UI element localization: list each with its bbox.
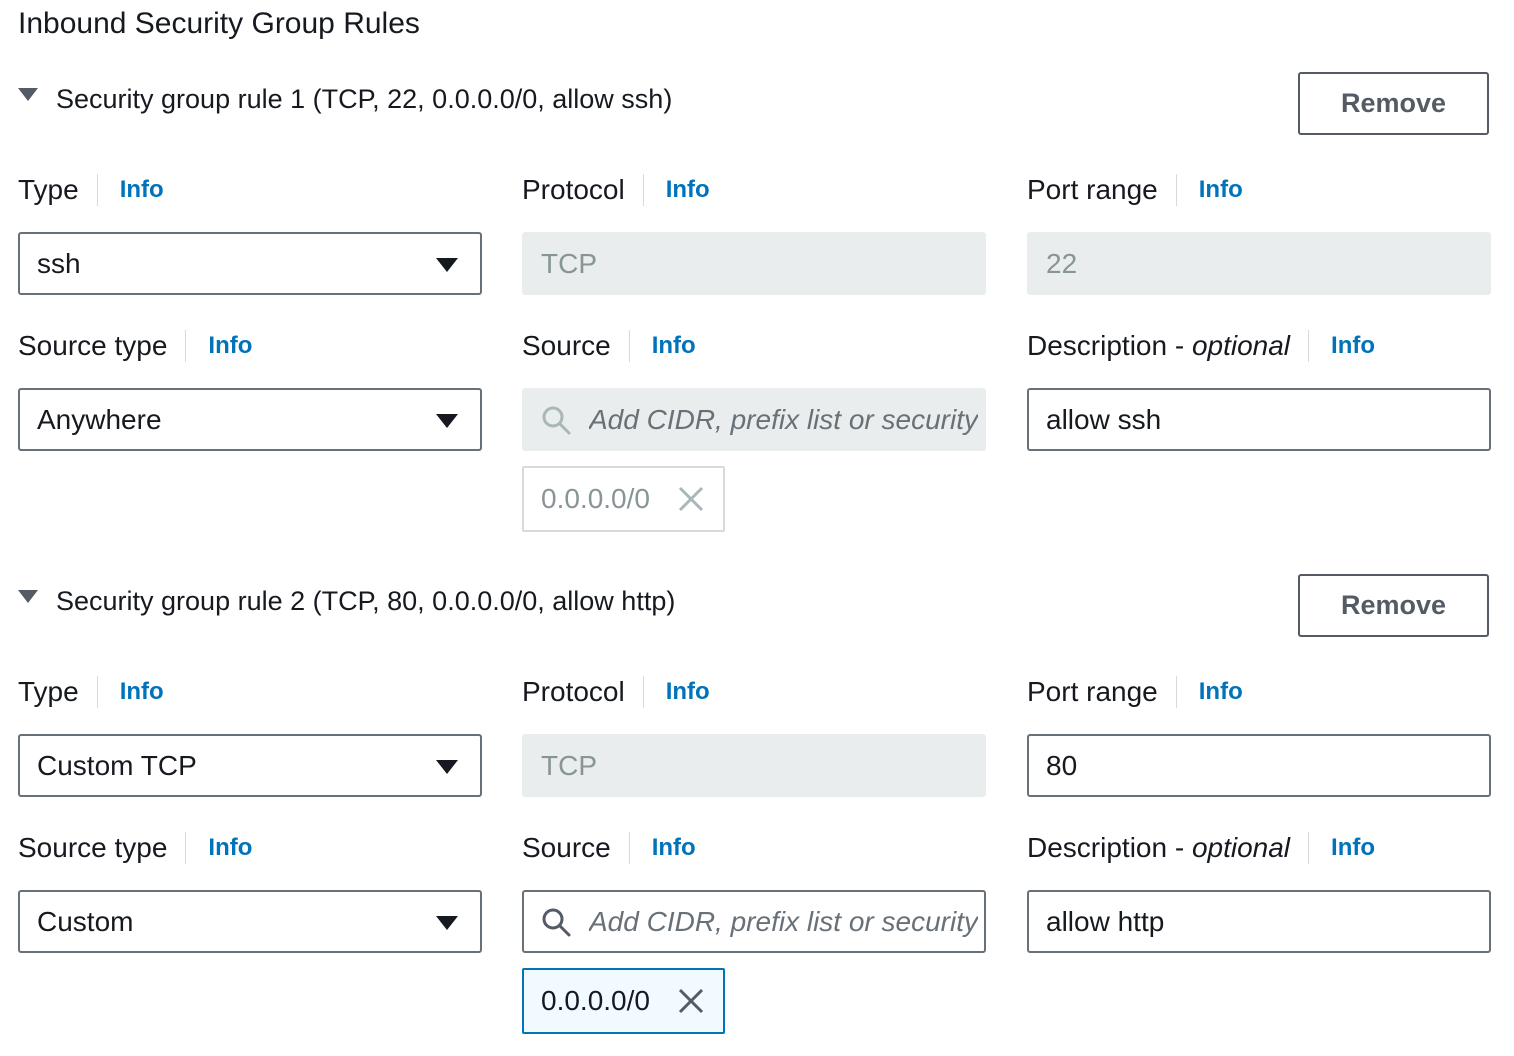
type-label: Type: [18, 174, 79, 205]
description-field: Description - optional Info allow http: [1027, 830, 1497, 953]
port-range-label: Port range: [1027, 676, 1158, 707]
remove-rule-button[interactable]: Remove: [1298, 574, 1489, 637]
optional-label: optional: [1191, 330, 1291, 361]
label-divider: [642, 676, 644, 708]
caret-down-icon: [436, 916, 458, 930]
caret-down-icon[interactable]: [18, 88, 38, 101]
protocol-field: Protocol Info TCP: [522, 674, 992, 797]
search-icon: [542, 908, 571, 936]
page-title: Inbound Security Group Rules: [18, 7, 420, 40]
source-type-value: Anywhere: [37, 403, 162, 435]
optional-label: optional: [1191, 832, 1291, 863]
port-range-input: 22: [1027, 232, 1491, 295]
description-value: allow http: [1046, 905, 1165, 937]
description-label: Description - optional: [1027, 330, 1290, 362]
description-label: Description - optional: [1027, 832, 1290, 864]
close-icon: [678, 486, 704, 512]
source-search-input: Add CIDR, prefix list or security: [522, 388, 986, 451]
port-range-value: 80: [1046, 749, 1078, 781]
caret-down-icon: [436, 760, 458, 774]
port-range-info-link[interactable]: Info: [1199, 176, 1243, 204]
source-token-label: 0.0.0.0/0: [541, 985, 650, 1016]
security-group-rule-1: Security group rule 1 (TCP, 22, 0.0.0.0/…: [0, 72, 1514, 554]
description-input[interactable]: allow http: [1027, 890, 1491, 953]
rule-header: Security group rule 1 (TCP, 22, 0.0.0.0/…: [18, 84, 672, 115]
label-divider: [642, 174, 644, 206]
protocol-value: TCP: [541, 247, 597, 279]
source-label: Source: [522, 330, 611, 361]
type-field: Type Info Custom TCP: [18, 674, 488, 797]
protocol-input: TCP: [522, 232, 986, 295]
description-info-link[interactable]: Info: [1331, 332, 1375, 360]
source-type-value: Custom: [37, 905, 134, 937]
source-type-field: Source type Info Anywhere: [18, 328, 488, 451]
label-divider: [96, 174, 98, 206]
label-divider: [96, 676, 98, 708]
source-type-select[interactable]: Anywhere: [18, 388, 482, 451]
description-field: Description - optional Info allow ssh: [1027, 328, 1497, 451]
close-icon[interactable]: [677, 987, 705, 1015]
port-range-input[interactable]: 80: [1027, 734, 1491, 797]
protocol-info-link[interactable]: Info: [666, 176, 710, 204]
protocol-info-link[interactable]: Info: [666, 678, 710, 706]
label-divider: [185, 330, 187, 362]
source-field: Source Info Add CIDR, prefix list or sec…: [522, 328, 992, 532]
source-type-info-link[interactable]: Info: [208, 332, 252, 360]
label-divider: [1175, 174, 1177, 206]
rule-header: Security group rule 2 (TCP, 80, 0.0.0.0/…: [18, 586, 675, 617]
protocol-field: Protocol Info TCP: [522, 172, 992, 295]
source-token-label: 0.0.0.0/0: [541, 483, 650, 514]
description-label-text: Description -: [1027, 330, 1192, 361]
label-divider: [1308, 832, 1310, 864]
source-token: 0.0.0.0/0: [522, 466, 725, 532]
search-icon: [542, 406, 571, 434]
source-type-info-link[interactable]: Info: [208, 834, 252, 862]
label-divider: [628, 832, 630, 864]
source-type-label: Source type: [18, 330, 168, 361]
description-value: allow ssh: [1046, 403, 1162, 435]
type-label: Type: [18, 676, 79, 707]
port-range-info-link[interactable]: Info: [1199, 678, 1243, 706]
type-info-link[interactable]: Info: [120, 678, 164, 706]
source-search-input[interactable]: Add CIDR, prefix list or security: [522, 890, 986, 953]
source-placeholder: Add CIDR, prefix list or security: [589, 403, 978, 435]
port-range-label: Port range: [1027, 174, 1158, 205]
source-field: Source Info Add CIDR, prefix list or sec…: [522, 830, 992, 1034]
rule-title: Security group rule 2 (TCP, 80, 0.0.0.0/…: [56, 586, 676, 616]
type-select-value: Custom TCP: [37, 749, 197, 781]
source-info-link[interactable]: Info: [652, 834, 696, 862]
source-info-link[interactable]: Info: [652, 332, 696, 360]
rule-title: Security group rule 1 (TCP, 22, 0.0.0.0/…: [56, 84, 673, 114]
label-divider: [628, 330, 630, 362]
protocol-input: TCP: [522, 734, 986, 797]
source-label: Source: [522, 832, 611, 863]
label-divider: [1308, 330, 1310, 362]
caret-down-icon[interactable]: [18, 590, 38, 603]
port-range-field: Port range Info 22: [1027, 172, 1497, 295]
description-label-text: Description -: [1027, 832, 1192, 863]
type-info-link[interactable]: Info: [120, 176, 164, 204]
source-type-select[interactable]: Custom: [18, 890, 482, 953]
security-group-rule-2: Security group rule 2 (TCP, 80, 0.0.0.0/…: [0, 574, 1514, 1056]
description-info-link[interactable]: Info: [1331, 834, 1375, 862]
source-type-field: Source type Info Custom: [18, 830, 488, 953]
source-token: 0.0.0.0/0: [522, 968, 725, 1034]
description-input[interactable]: allow ssh: [1027, 388, 1491, 451]
port-range-field: Port range Info 80: [1027, 674, 1497, 797]
label-divider: [1175, 676, 1177, 708]
protocol-value: TCP: [541, 749, 597, 781]
caret-down-icon: [436, 258, 458, 272]
caret-down-icon: [436, 414, 458, 428]
label-divider: [185, 832, 187, 864]
protocol-label: Protocol: [522, 174, 625, 205]
type-select-value: ssh: [37, 247, 81, 279]
remove-rule-button[interactable]: Remove: [1298, 72, 1489, 135]
type-select[interactable]: ssh: [18, 232, 482, 295]
type-select[interactable]: Custom TCP: [18, 734, 482, 797]
source-type-label: Source type: [18, 832, 168, 863]
type-field: Type Info ssh: [18, 172, 488, 295]
source-placeholder: Add CIDR, prefix list or security: [589, 905, 978, 937]
protocol-label: Protocol: [522, 676, 625, 707]
port-range-value: 22: [1046, 247, 1078, 279]
